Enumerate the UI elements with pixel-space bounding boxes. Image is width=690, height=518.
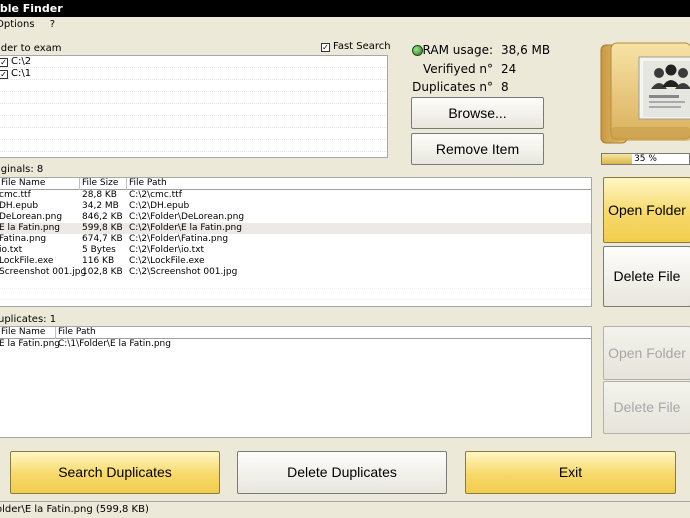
- folder-list[interactable]: ✓ C:\2 ✓ C:\1: [0, 55, 388, 158]
- originals-label: iginals: 8: [0, 164, 44, 175]
- cell-file-name: DeLorean.png: [0, 212, 63, 222]
- cell-file-path: C:\2\Folder\Fatina.png: [129, 234, 229, 244]
- fast-search-checkbox-icon[interactable]: ✓: [321, 43, 330, 52]
- folder-item[interactable]: ✓ C:\2: [0, 56, 387, 68]
- folder-empty-row: [0, 128, 387, 140]
- cell-file-size: 674,7 KB: [82, 234, 123, 244]
- menu-options[interactable]: Options: [0, 17, 35, 33]
- table-row[interactable]: E la Fatin.png 599,8 KB C:\2\Folder\E la F…: [0, 223, 591, 234]
- cell-file-path: C:\1\Folder\E la Fatin.png: [58, 339, 171, 349]
- table-row[interactable]: LockFile.exe 116 KB C:\2\LockFile.exe: [0, 256, 591, 267]
- exit-button[interactable]: Exit: [465, 451, 676, 494]
- duplicates-count-label: Duplicates n°: [412, 80, 493, 94]
- folder-empty-row: [0, 80, 387, 92]
- folder-path: C:\1: [11, 68, 32, 79]
- cell-file-path: C:\2\Folder\io.txt: [129, 245, 205, 255]
- open-folder-button[interactable]: Open Folder: [603, 177, 690, 243]
- cell-file-size: 34,2 MB: [82, 201, 119, 211]
- fast-search-label: Fast Search: [333, 41, 391, 52]
- duplicates-header: File Name File Path: [0, 327, 591, 339]
- col-file-path[interactable]: File Path: [127, 178, 591, 190]
- cell-file-size: 28,8 KB: [82, 190, 117, 200]
- empty-row: [0, 278, 591, 289]
- duplicates-list[interactable]: File Name File Path E la Fatin.png C:\1\F…: [0, 326, 592, 438]
- folder-checkbox-icon[interactable]: ✓: [0, 58, 8, 67]
- verified-value: 24: [501, 62, 517, 76]
- originals-list[interactable]: File Name File Size File Path cmc.ttf 28,…: [0, 177, 592, 307]
- cell-file-path: C:\2\DH.epub: [129, 201, 190, 211]
- delete-file-button[interactable]: Delete File: [603, 246, 690, 307]
- duplicates-count-value: 8: [501, 80, 509, 94]
- cell-file-name: io.txt: [0, 245, 23, 255]
- cell-file-name: Screenshot 001.jpg: [0, 267, 87, 277]
- folder-empty-row: [0, 116, 387, 128]
- table-row[interactable]: io.txt 5 Bytes C:\2\Folder\io.txt: [0, 245, 591, 256]
- cell-file-path: C:\2\Screenshot 001.jpg: [129, 267, 238, 277]
- table-row[interactable]: Screenshot 001.jpg 102,8 KB C:\2\Screensho…: [0, 267, 591, 278]
- title-bar: uble Finder: [0, 0, 690, 17]
- cell-file-size: 846,2 KB: [82, 212, 123, 222]
- window-title: uble Finder: [0, 2, 63, 15]
- folder-contacts-icon: [600, 42, 690, 144]
- cell-file-name: E la Fatin.png: [0, 339, 61, 349]
- remove-item-button[interactable]: Remove Item: [411, 133, 544, 165]
- col-file-name[interactable]: File Name: [0, 178, 80, 190]
- table-row[interactable]: DeLorean.png 846,2 KB C:\2\Folder\DeLorean…: [0, 212, 591, 223]
- folder-section-label: lder to exam: [0, 43, 62, 54]
- folder-item[interactable]: ✓ C:\1: [0, 68, 387, 80]
- progress-label: 35 %: [634, 154, 657, 164]
- col-file-name[interactable]: File Name: [0, 327, 56, 339]
- cell-file-name: E la Fatin.png: [0, 223, 61, 233]
- cell-file-path: C:\2\LockFile.exe: [129, 256, 205, 266]
- table-row[interactable]: cmc.ttf 28,8 KB C:\2\cmc.ttf: [0, 190, 591, 201]
- status-text: older\E la Fatin.png (599,8 KB): [0, 504, 149, 515]
- status-bar: older\E la Fatin.png (599,8 KB): [0, 501, 690, 518]
- originals-header: File Name File Size File Path: [0, 178, 591, 190]
- ram-usage-label: RAM usage:: [422, 43, 493, 57]
- menu-help[interactable]: ?: [50, 17, 55, 33]
- search-duplicates-button[interactable]: Search Duplicates: [10, 451, 220, 494]
- verified-label: Verifiyed n°: [422, 62, 493, 76]
- delete-duplicates-button[interactable]: Delete Duplicates: [237, 451, 447, 494]
- cell-file-name: cmc.ttf: [0, 190, 31, 200]
- cell-file-path: C:\2\Folder\E la Fatin.png: [129, 223, 242, 233]
- col-file-size[interactable]: File Size: [80, 178, 127, 190]
- folder-empty-row: [0, 140, 387, 152]
- cell-file-path: C:\2\cmc.ttf: [129, 190, 182, 200]
- cell-file-path: C:\2\Folder\DeLorean.png: [129, 212, 245, 222]
- cell-file-size: 102,8 KB: [82, 267, 123, 277]
- open-folder-duplicate-button[interactable]: Open Folder: [603, 326, 690, 380]
- ram-usage-value: 38,6 MB: [501, 43, 551, 57]
- cell-file-name: DH.epub: [0, 201, 39, 211]
- cell-file-size: 5 Bytes: [82, 245, 116, 255]
- progress-bar: 35 %: [601, 153, 690, 165]
- table-row[interactable]: DH.epub 34,2 MB C:\2\DH.epub: [0, 201, 591, 212]
- col-file-path[interactable]: File Path: [56, 327, 591, 339]
- empty-row: [0, 289, 591, 300]
- folder-empty-row: [0, 104, 387, 116]
- folder-path: C:\2: [11, 56, 32, 67]
- browse-button[interactable]: Browse...: [411, 97, 544, 129]
- cell-file-name: LockFile.exe: [0, 256, 54, 266]
- fast-search-option[interactable]: ✓ Fast Search: [321, 41, 391, 52]
- cell-file-name: Fatina.png: [0, 234, 47, 244]
- cell-file-size: 116 KB: [82, 256, 115, 266]
- menu-bar: Options ?: [0, 17, 690, 33]
- delete-file-duplicate-button[interactable]: Delete File: [603, 381, 690, 434]
- cell-file-size: 599,8 KB: [82, 223, 123, 233]
- table-row[interactable]: Fatina.png 674,7 KB C:\2\Folder\Fatina.png: [0, 234, 591, 245]
- folder-empty-row: [0, 92, 387, 104]
- folder-checkbox-icon[interactable]: ✓: [0, 70, 8, 79]
- table-row[interactable]: E la Fatin.png C:\1\Folder\E la Fatin.png: [0, 339, 591, 350]
- duplicates-label: uplicates: 1: [0, 314, 57, 325]
